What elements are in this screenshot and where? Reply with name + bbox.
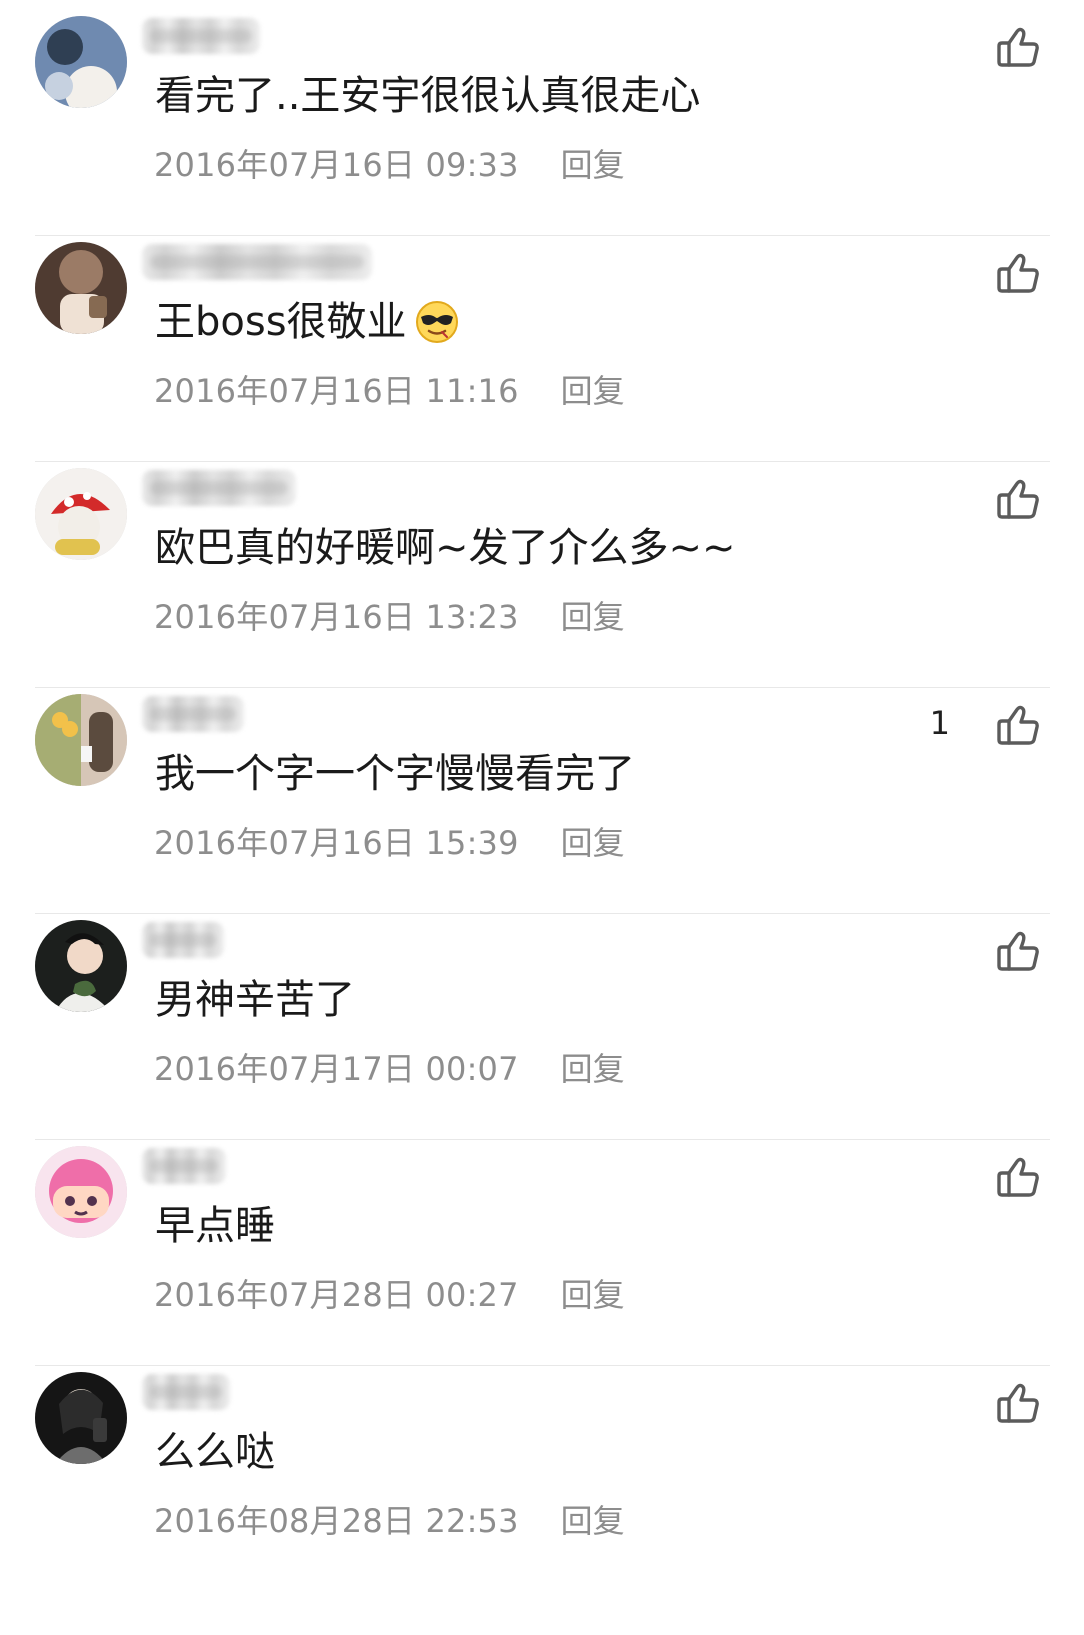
reply-button[interactable]: 回复 (561, 1496, 625, 1542)
avatar-dark-portrait-icon[interactable] (35, 1372, 127, 1464)
username-redacted (142, 1148, 226, 1184)
comment-text: 欧巴真的好暖啊~发了介么多~~ (155, 524, 736, 572)
comment-item: 早点睡 2016年07月28日 00:27 回复 (0, 1130, 1084, 1366)
avatar-portrait-dog-icon[interactable] (35, 16, 127, 108)
thumb-up-icon[interactable] (992, 246, 1044, 298)
comment-meta: 2016年07月17日 00:07 回复 (154, 1044, 625, 1090)
comment-text: 我一个字一个字慢慢看完了 (155, 750, 635, 798)
thumb-up-icon[interactable] (992, 1150, 1044, 1202)
comment-item: 么么哒 2016年08月28日 22:53 回复 (0, 1356, 1084, 1592)
thumb-up-icon[interactable] (992, 924, 1044, 976)
avatar-man-flowers-icon[interactable] (35, 920, 127, 1012)
comment-item: 男神辛苦了 2016年07月17日 00:07 回复 (0, 904, 1084, 1140)
username-redacted (142, 1374, 230, 1410)
reply-button[interactable]: 回复 (561, 818, 625, 864)
reply-button[interactable]: 回复 (561, 140, 625, 186)
username-redacted (142, 470, 296, 506)
comment-list: 看完了..王安宇很很认真很走心 2016年07月16日 09:33 回复 王bo… (0, 0, 1084, 1635)
comment-text: 看完了..王安宇很很认真很走心 (155, 72, 700, 120)
thumb-up-icon[interactable] (992, 1376, 1044, 1428)
reply-button[interactable]: 回复 (561, 366, 625, 412)
comment-message: 么么哒 (155, 1429, 275, 1475)
comment-message: 王boss很敬业 (155, 299, 407, 345)
comment-timestamp: 2016年07月17日 00:07 (154, 1050, 519, 1088)
avatar-mushroom-doll-icon[interactable] (35, 468, 127, 560)
comment-timestamp: 2016年07月16日 15:39 (154, 824, 519, 862)
comment-text: 早点睡 (155, 1202, 275, 1250)
reply-button[interactable]: 回复 (561, 592, 625, 638)
thumb-up-icon[interactable] (992, 472, 1044, 524)
comment-timestamp: 2016年07月28日 00:27 (154, 1276, 519, 1314)
username-redacted (142, 922, 224, 958)
sunglasses-emoji-icon (413, 298, 461, 346)
comment-meta: 2016年07月16日 11:16 回复 (154, 366, 625, 412)
comment-message: 欧巴真的好暖啊~发了介么多~~ (155, 525, 736, 571)
comment-text: 男神辛苦了 (155, 976, 355, 1024)
comment-meta: 2016年08月28日 22:53 回复 (154, 1496, 625, 1542)
comment-meta: 2016年07月16日 15:39 回复 (154, 818, 625, 864)
comment-message: 早点睡 (155, 1203, 275, 1249)
comment-timestamp: 2016年07月16日 09:33 (154, 146, 519, 184)
thumb-up-icon[interactable] (992, 698, 1044, 750)
comment-timestamp: 2016年08月28日 22:53 (154, 1502, 519, 1540)
comment-item: 欧巴真的好暖啊~发了介么多~~ 2016年07月16日 13:23 回复 (0, 452, 1084, 688)
reply-button[interactable]: 回复 (561, 1044, 625, 1090)
comment-item: 看完了..王安宇很很认真很走心 2016年07月16日 09:33 回复 (0, 0, 1084, 236)
comment-text: 王boss很敬业 (155, 298, 461, 346)
thumb-up-icon[interactable] (992, 20, 1044, 72)
comment-timestamp: 2016年07月16日 13:23 (154, 598, 519, 636)
comment-message: 男神辛苦了 (155, 977, 355, 1023)
avatar-pink-cartoon-icon[interactable] (35, 1146, 127, 1238)
username-redacted (142, 696, 244, 732)
username-redacted (142, 244, 372, 280)
comment-item: 我一个字一个字慢慢看完了 2016年07月16日 15:39 回复 1 (0, 678, 1084, 914)
comment-meta: 2016年07月16日 13:23 回复 (154, 592, 625, 638)
comment-message: 我一个字一个字慢慢看完了 (155, 751, 635, 797)
comment-message: 看完了..王安宇很很认真很走心 (155, 73, 701, 119)
comment-text: 么么哒 (155, 1428, 275, 1476)
comment-timestamp: 2016年07月16日 11:16 (154, 372, 519, 410)
comment-meta: 2016年07月16日 09:33 回复 (154, 140, 625, 186)
like-count: 1 (929, 704, 950, 742)
comment-meta: 2016年07月28日 00:27 回复 (154, 1270, 625, 1316)
avatar-flowers-phone-icon[interactable] (35, 694, 127, 786)
comment-item: 王boss很敬业 2016年07月16日 11:16 回复 (0, 226, 1084, 462)
username-redacted (142, 18, 260, 54)
avatar-woman-bag-icon[interactable] (35, 242, 127, 334)
reply-button[interactable]: 回复 (561, 1270, 625, 1316)
